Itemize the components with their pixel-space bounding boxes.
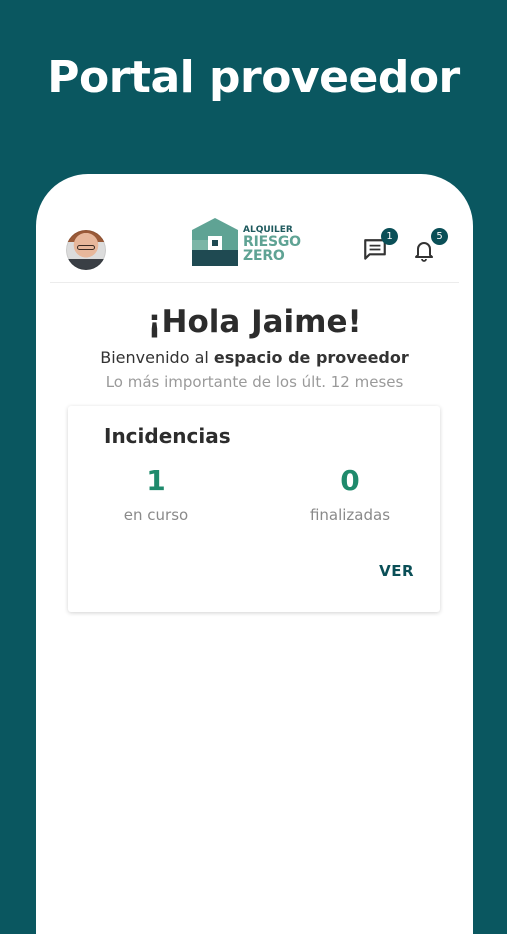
welcome-text: Bienvenido al espacio de proveedor — [36, 348, 473, 367]
phone-frame: ALQUILER RIESGO ZERO 1 5 ¡Hola Jaime! Bi… — [36, 174, 473, 934]
greeting-title: ¡Hola Jaime! — [147, 304, 362, 340]
logo-line-3: ZERO — [243, 248, 285, 264]
avatar-glasses — [77, 245, 95, 250]
house-logo-icon — [192, 218, 238, 266]
stat-finished: 0 finalizadas — [280, 464, 420, 524]
stat-finished-label: finalizadas — [309, 506, 391, 524]
messages-badge: 1 — [381, 228, 398, 245]
ver-link[interactable]: VER — [379, 562, 414, 580]
promo-title: Portal proveedor — [47, 52, 460, 103]
stat-finished-value: 0 — [340, 464, 360, 497]
welcome-bold: espacio de proveedor — [213, 348, 409, 367]
logo-wordmark: ALQUILER RIESGO ZERO — [243, 226, 301, 264]
notifications-badge: 5 — [431, 228, 448, 245]
app-header: ALQUILER RIESGO ZERO 1 5 — [50, 210, 459, 283]
stat-in-progress: 1 en curso — [86, 464, 226, 524]
period-subtitle: Lo más importante de los últ. 12 meses — [105, 373, 404, 391]
card-title: Incidencias — [104, 424, 231, 448]
incidencias-card: Incidencias 1 en curso 0 finalizadas VER — [68, 406, 440, 612]
welcome-prefix: Bienvenido al — [100, 348, 209, 367]
app-logo: ALQUILER RIESGO ZERO — [190, 216, 310, 268]
user-avatar[interactable] — [66, 230, 106, 270]
stat-in-progress-label: en curso — [123, 506, 189, 524]
logo-line-2: RIESGO — [243, 234, 301, 250]
notifications-button[interactable]: 5 — [412, 228, 448, 264]
messages-button[interactable]: 1 — [362, 228, 398, 264]
stat-in-progress-value: 1 — [146, 464, 166, 497]
